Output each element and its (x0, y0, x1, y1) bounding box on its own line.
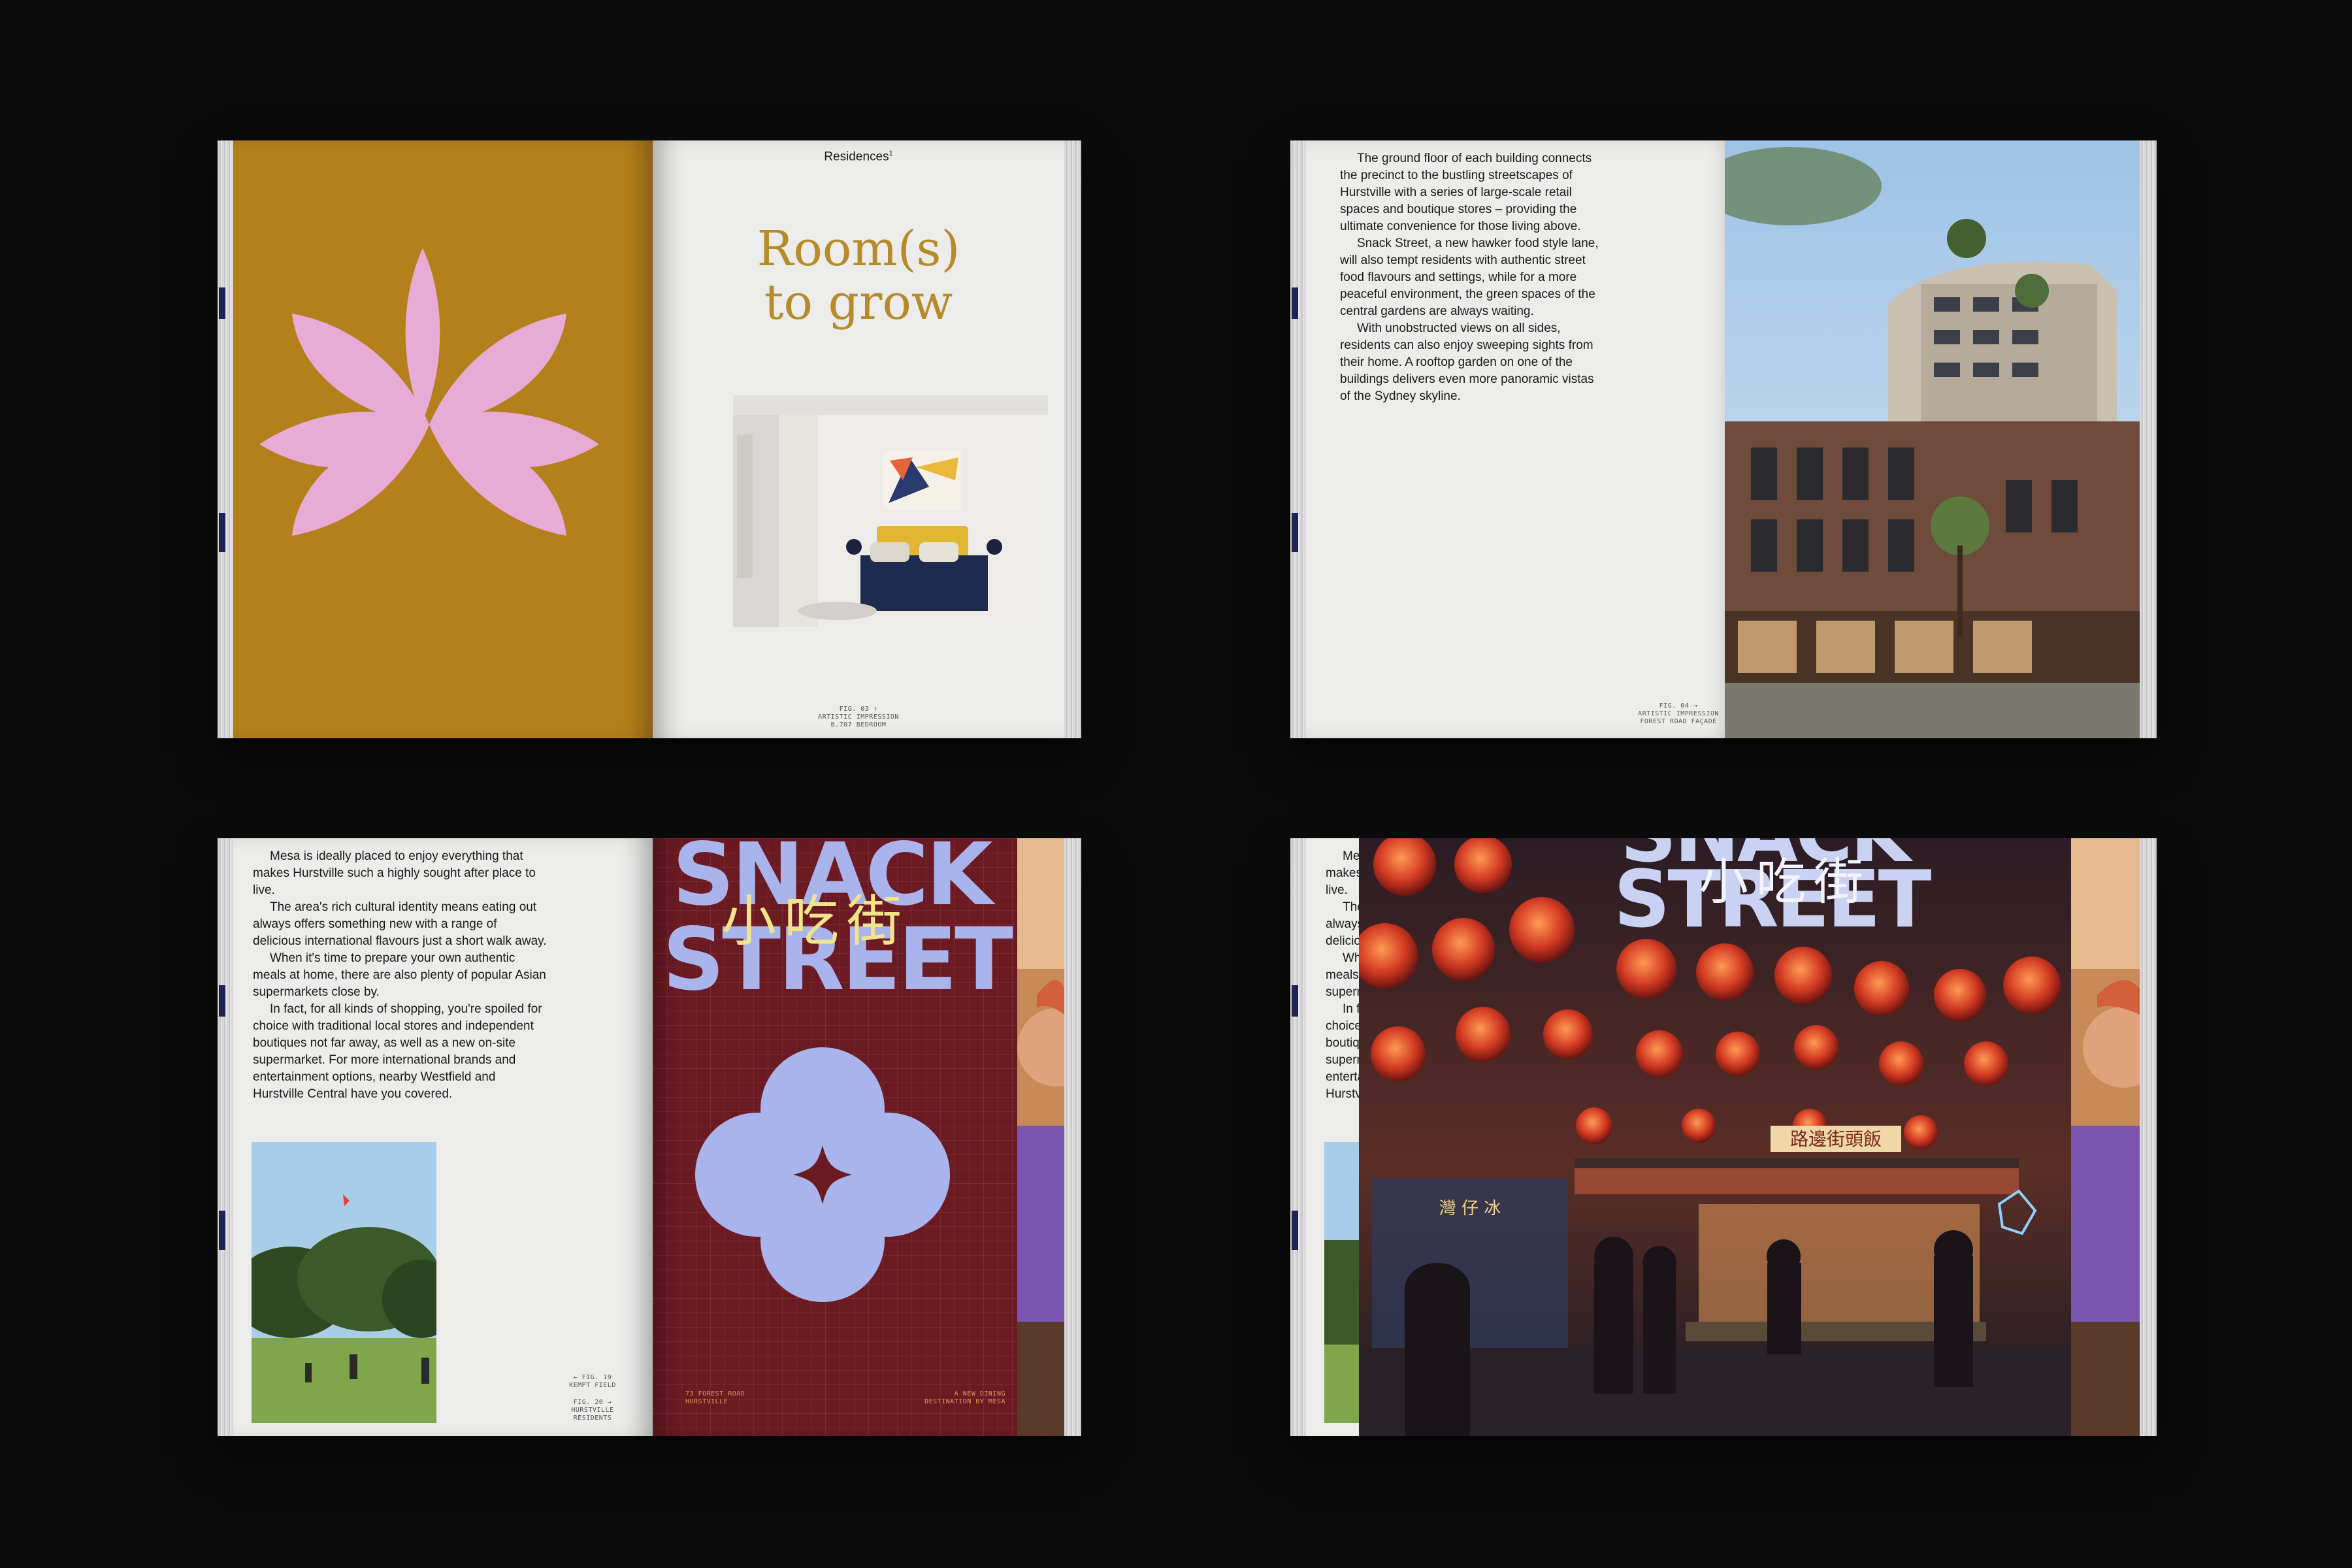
snack-street-illustration: 路邊街頭飯 灣 仔 冰 SNACK STREET 小吃街 (1359, 838, 2071, 1436)
paragraph: Mesa is ideally placed to enjoy everythi… (253, 849, 536, 897)
edge-mark (219, 1211, 225, 1250)
left-page: Mesa is ideally placed to enjoy everythi… (233, 838, 653, 1436)
figure-caption: ← FIG. 19 KEMPT FIELD (569, 1374, 616, 1389)
building-photo (1725, 140, 2140, 738)
stall-sign-text: 路邊街頭飯 (1790, 1128, 1882, 1150)
page-edges-right (1064, 140, 1081, 738)
body-copy: Mesa is ideally placed to enjoy everythi… (253, 848, 547, 1103)
pink-flower-graphic (259, 248, 599, 536)
shop-sign-text: 灣 仔 冰 (1439, 1199, 1501, 1218)
spread-streetscape: The ground floor of each building connec… (1290, 140, 2157, 738)
page-edges-left (1290, 838, 1307, 1436)
footer-tagline: A NEW DINING DESTINATION BY MESA (924, 1390, 1005, 1405)
paragraph: In fact, for all kinds of shopping, you'… (253, 1002, 542, 1101)
page-edges-left (218, 140, 235, 738)
page-headline: Room(s) to grow (757, 221, 960, 331)
chinese-characters: 小吃街 (721, 889, 910, 953)
footer-address: 73 FOREST ROAD HURSTVILLE (685, 1390, 745, 1405)
left-page-mustard (233, 140, 653, 738)
foldout-photo-strip (1017, 838, 1064, 1436)
running-head: Residences1 (824, 150, 893, 164)
spread-snack-street-foldout: Mesa is ideally placed to enjoy everythi… (1290, 838, 2157, 1436)
paragraph: Snack Street, a new hawker food style la… (1340, 237, 1599, 318)
bedroom-photo (733, 395, 1048, 627)
page-edges-right (1064, 838, 1081, 1436)
lavender-quatrefoil-graphic (695, 1047, 950, 1302)
page-edges-left (218, 838, 235, 1436)
left-page: The ground floor of each building connec… (1306, 140, 1740, 738)
right-page: Residences1 Room(s) to grow FIG. 03 ↑ AR… (653, 140, 1064, 738)
park-photo (252, 1142, 436, 1423)
right-page-maroon: SNACK STREET 小吃街 73 FOREST ROAD HURSTVIL… (653, 838, 1017, 1436)
edge-mark (219, 287, 225, 319)
figure-caption: FIG. 03 ↑ ARTISTIC IMPRESSION B.707 BEDR… (818, 706, 899, 728)
page-edges-right (2140, 140, 2157, 738)
paragraph: The area's rich cultural identity means … (253, 900, 547, 948)
edge-mark (1292, 287, 1298, 319)
spread-residences: Residences1 Room(s) to grow FIG. 03 ↑ AR… (218, 140, 1081, 738)
page-edges-right (2140, 838, 2157, 1436)
edge-mark (1292, 1211, 1298, 1250)
body-copy: The ground floor of each building connec… (1340, 150, 1601, 405)
edge-mark (1292, 513, 1298, 552)
paragraph: With unobstructed views on all sides, re… (1340, 321, 1594, 403)
paragraph: When it's time to prepare your own authe… (253, 951, 546, 999)
edge-mark (219, 985, 225, 1017)
edge-mark (1292, 985, 1298, 1017)
figure-caption: FIG. 04 → ARTISTIC IMPRESSION FOREST ROA… (1638, 702, 1719, 725)
edge-mark (219, 513, 225, 552)
foldout-photo-strip (2071, 838, 2140, 1436)
chinese-sign: 小吃街 (1699, 853, 1871, 911)
paragraph: The ground floor of each building connec… (1340, 152, 1592, 233)
spread-snack-street-intro: Mesa is ideally placed to enjoy everythi… (218, 838, 1081, 1436)
page-edges-left (1290, 140, 1307, 738)
figure-caption: FIG. 20 → HURSTVILLE RESIDENTS (571, 1399, 614, 1422)
